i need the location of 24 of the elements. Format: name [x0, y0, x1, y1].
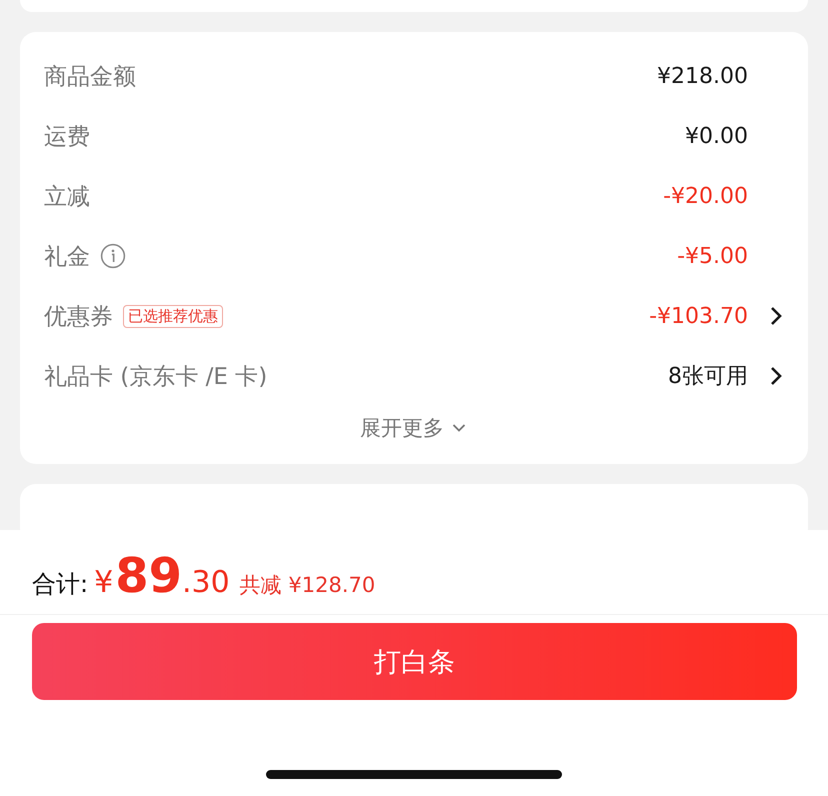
- row-label: 优惠券: [44, 302, 113, 332]
- info-icon[interactable]: [100, 243, 126, 269]
- coupon-tag: 已选推荐优惠: [123, 304, 223, 328]
- row-value: 8张可用: [668, 363, 748, 391]
- row-value: -¥20.00: [663, 184, 748, 208]
- chevron-icon[interactable]: [770, 366, 782, 386]
- row-label: 礼金: [44, 242, 90, 272]
- expand-more-link[interactable]: 展开更多: [360, 406, 466, 450]
- chevron-icon[interactable]: [770, 306, 782, 326]
- row-label: 运费: [44, 122, 90, 152]
- row-value: ¥218.00: [657, 64, 748, 88]
- saving-text: 共减 ¥128.70: [240, 572, 376, 599]
- row-label: 立减: [44, 182, 90, 212]
- total-label: 合计:: [32, 569, 88, 600]
- row-label: 礼品卡 (京东卡 /E 卡): [44, 362, 268, 392]
- row-label: 商品金额: [44, 62, 136, 92]
- total-decimal: .30: [182, 565, 230, 600]
- total-amount: 89: [115, 548, 182, 604]
- currency-symbol: ¥: [94, 565, 114, 600]
- row-value: ¥0.00: [685, 124, 748, 148]
- row-value: -¥103.70: [649, 304, 748, 328]
- row-value: -¥5.00: [677, 244, 748, 268]
- pay-button[interactable]: 打白条: [32, 623, 797, 700]
- caret-icon: [452, 423, 466, 433]
